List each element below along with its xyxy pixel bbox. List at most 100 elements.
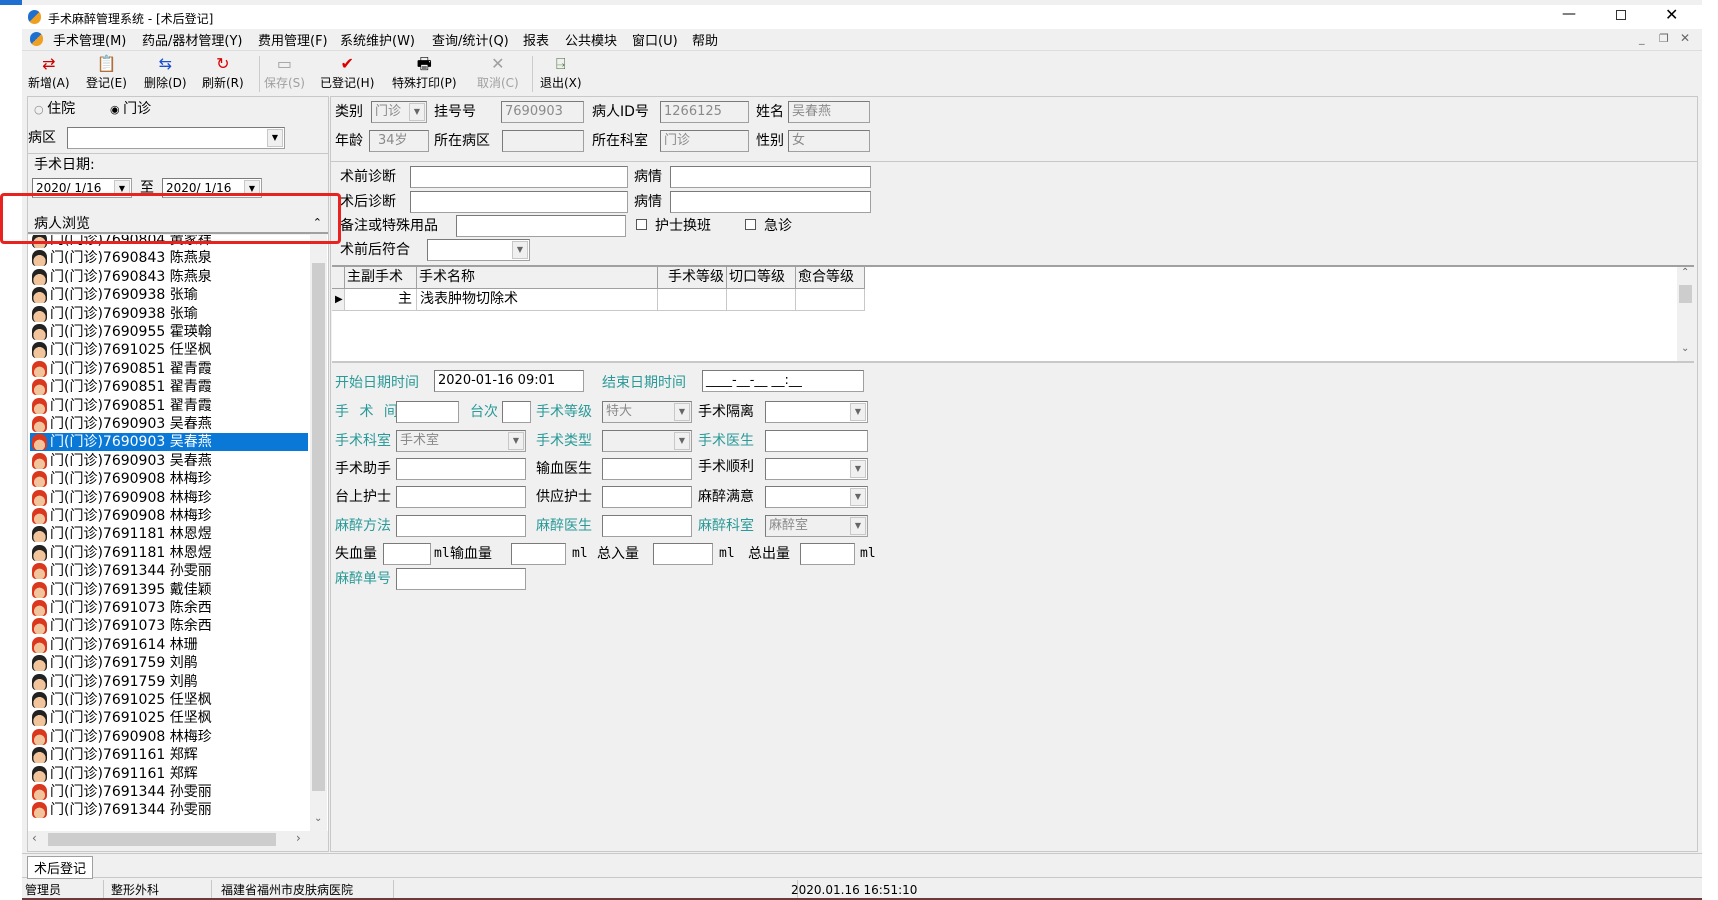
scroll-up-icon[interactable]: ⌃ bbox=[1681, 267, 1689, 278]
radio-outpatient[interactable]: ◉ 门诊 bbox=[110, 99, 151, 120]
patient-list-item[interactable]: 门(门诊)7691025 任坚枫 bbox=[30, 341, 308, 359]
delete-button[interactable]: ⇆ 删除(D) bbox=[144, 54, 187, 94]
emergency-checkbox[interactable]: 急诊 bbox=[745, 216, 792, 236]
patient-list-item[interactable]: 门(门诊)7690938 张瑜 bbox=[30, 305, 308, 323]
grid-scrollbar[interactable]: ⌃ ⌄ bbox=[1677, 267, 1694, 361]
restore-icon[interactable] bbox=[1616, 10, 1626, 20]
cancel-button[interactable]: ✕ 取消(C) bbox=[477, 54, 519, 94]
register-button[interactable]: 📋 登记(E) bbox=[86, 54, 127, 94]
end-time-field[interactable]: ____-__-__ __:__ bbox=[702, 370, 864, 392]
anes-no-field[interactable] bbox=[396, 568, 526, 590]
scroll-left-icon[interactable]: ‹ bbox=[32, 831, 37, 845]
pre-condition-field[interactable] bbox=[670, 166, 871, 188]
note-field[interactable] bbox=[456, 215, 626, 237]
grid-cell-healing[interactable] bbox=[796, 289, 865, 311]
patient-list-item[interactable]: 门(门诊)7690903 吴春燕 bbox=[30, 433, 308, 452]
start-time-field[interactable]: 2020-01-16 09:01 bbox=[434, 370, 584, 392]
room-field[interactable] bbox=[396, 401, 459, 423]
menu-help[interactable]: 帮助 bbox=[692, 30, 718, 49]
save-button[interactable]: ▭ 保存(S) bbox=[264, 54, 305, 94]
menu-reports[interactable]: 报表 bbox=[523, 30, 549, 49]
refresh-button[interactable]: ↻ 刷新(R) bbox=[202, 54, 244, 94]
name-field[interactable]: 吴春燕 bbox=[788, 101, 870, 123]
intake-field[interactable] bbox=[653, 543, 713, 565]
grid-cell-name[interactable]: 浅表肿物切除术 bbox=[417, 289, 658, 311]
scroll-down-icon[interactable]: ⌄ bbox=[1681, 343, 1689, 354]
scrollbar-thumb[interactable] bbox=[48, 833, 276, 846]
age-field[interactable]: 34岁 bbox=[369, 130, 429, 152]
assistant-field[interactable] bbox=[396, 458, 526, 480]
category-select[interactable]: 门诊 ▼ bbox=[371, 101, 427, 123]
pre-diagnosis-field[interactable] bbox=[410, 166, 628, 188]
nurse-shift-checkbox[interactable]: 护士换班 bbox=[636, 216, 711, 236]
patient-list-item[interactable]: 门(门诊)7690903 吴春燕 bbox=[30, 415, 308, 433]
menu-system[interactable]: 系统维护(W) bbox=[340, 30, 415, 49]
patient-list-item[interactable]: 门(门诊)7691759 刘鹃 bbox=[30, 673, 308, 691]
menu-query[interactable]: 查询/统计(Q) bbox=[432, 30, 509, 49]
patient-list-item[interactable]: 门(门诊)7691395 戴佳颖 bbox=[30, 581, 308, 599]
patient-list-item[interactable]: 门(门诊)7690843 陈燕泉 bbox=[30, 249, 308, 267]
scrollbar-thumb[interactable] bbox=[312, 263, 325, 791]
vertical-scrollbar[interactable]: ⌄ bbox=[310, 235, 327, 831]
scroll-down-icon[interactable]: ⌄ bbox=[314, 813, 322, 824]
patient-list-item[interactable]: 门(门诊)7690908 林梅珍 bbox=[30, 507, 308, 525]
menu-surgery[interactable]: 手术管理(M) bbox=[53, 30, 126, 49]
mdi-close-icon[interactable]: ✕ bbox=[1680, 31, 1690, 45]
surgeon-field[interactable] bbox=[765, 430, 868, 452]
patient-list-item[interactable]: 门(门诊)7690903 吴春燕 bbox=[30, 452, 308, 470]
grid-cell-level[interactable] bbox=[658, 289, 727, 311]
blood-loss-field[interactable] bbox=[383, 543, 431, 565]
ward-field[interactable] bbox=[502, 130, 584, 152]
patient-list-item[interactable]: 门(门诊)7690955 霍瑛翰 bbox=[30, 323, 308, 341]
patient-list-item[interactable]: 门(门诊)7691614 林珊 bbox=[30, 636, 308, 654]
post-condition-field[interactable] bbox=[670, 191, 871, 213]
anesthetist-field[interactable] bbox=[602, 515, 692, 537]
tab-post-op-registration[interactable]: 术后登记 bbox=[27, 856, 94, 879]
menu-drugs[interactable]: 药品/器材管理(Y) bbox=[142, 30, 242, 49]
patient-list-item[interactable]: 门(门诊)7691025 任坚枫 bbox=[30, 709, 308, 727]
mdi-restore-icon[interactable]: ❐ bbox=[1659, 32, 1669, 45]
patient-list-item[interactable]: 门(门诊)7691181 林恩煜 bbox=[30, 525, 308, 543]
menu-window[interactable]: 窗口(U) bbox=[632, 30, 678, 49]
special-print-button[interactable]: 🖶 特殊打印(P) bbox=[392, 54, 457, 94]
isolation-select[interactable]: ▼ bbox=[765, 401, 868, 423]
patient-list-item[interactable]: 门(门诊)7691181 林恩煜 bbox=[30, 544, 308, 562]
radio-inpatient[interactable]: ○ 住院 bbox=[34, 99, 75, 120]
patient-list-item[interactable]: 门(门诊)7691025 任坚枫 bbox=[30, 691, 308, 709]
patient-list-item[interactable]: 门(门诊)7691759 刘鹃 bbox=[30, 654, 308, 672]
scrollbar-thumb[interactable] bbox=[1679, 285, 1692, 303]
registered-button[interactable]: ✔ 已登记(H) bbox=[320, 54, 374, 94]
patient-list-item[interactable]: 门(门诊)7690908 林梅珍 bbox=[30, 489, 308, 507]
patient-list-item[interactable]: 门(门诊)7690851 翟青霞 bbox=[30, 397, 308, 415]
post-diagnosis-field[interactable] bbox=[410, 191, 628, 213]
patient-list-item[interactable]: 门(门诊)7691073 陈余西 bbox=[30, 599, 308, 617]
reg-no-field[interactable]: 7690903 bbox=[501, 101, 584, 123]
exit-button[interactable]: ⍈ 退出(X) bbox=[540, 54, 582, 94]
supply-nurse-field[interactable] bbox=[602, 486, 692, 508]
row-indicator-icon[interactable]: ▶ bbox=[332, 289, 345, 311]
close-icon[interactable]: ✕ bbox=[1665, 5, 1678, 24]
scroll-right-icon[interactable]: › bbox=[296, 831, 301, 845]
patient-list-item[interactable]: 门(门诊)7690908 林梅珍 bbox=[30, 728, 308, 746]
op-dept-select[interactable]: 手术室 ▼ bbox=[396, 430, 526, 452]
scrub-nurse-field[interactable] bbox=[396, 486, 526, 508]
grid-cell-main-sub[interactable]: 主 bbox=[345, 289, 417, 311]
patient-list-item[interactable]: 门(门诊)7691344 孙雯丽 bbox=[30, 783, 308, 801]
dept-field[interactable]: 门诊 bbox=[660, 130, 749, 152]
patient-list-item[interactable]: 门(门诊)7691161 郑辉 bbox=[30, 746, 308, 764]
ward-select[interactable]: ▼ bbox=[67, 127, 285, 149]
match-select[interactable]: ▼ bbox=[427, 239, 530, 261]
patient-list-item[interactable]: 门(门诊)7690851 翟青霞 bbox=[30, 360, 308, 378]
anes-dept-select[interactable]: 麻醉室 ▼ bbox=[765, 515, 868, 537]
anes-satisfied-select[interactable]: ▼ bbox=[765, 486, 868, 508]
patient-id-field[interactable]: 1266125 bbox=[660, 101, 749, 123]
patient-list-item[interactable]: 门(门诊)7690843 陈燕泉 bbox=[30, 268, 308, 286]
menu-public[interactable]: 公共模块 bbox=[565, 30, 617, 49]
patient-list-item[interactable]: 门(门诊)7691344 孙雯丽 bbox=[30, 562, 308, 580]
mdi-minimize-icon[interactable]: _ bbox=[1639, 32, 1645, 45]
output-field[interactable] bbox=[800, 543, 855, 565]
patient-list-item[interactable]: 门(门诊)7691073 陈余西 bbox=[30, 617, 308, 635]
add-button[interactable]: ⇄ 新增(A) bbox=[28, 54, 70, 94]
patient-list-item[interactable]: 门(门诊)7691161 郑辉 bbox=[30, 765, 308, 783]
grid-cell-incision[interactable] bbox=[727, 289, 796, 311]
